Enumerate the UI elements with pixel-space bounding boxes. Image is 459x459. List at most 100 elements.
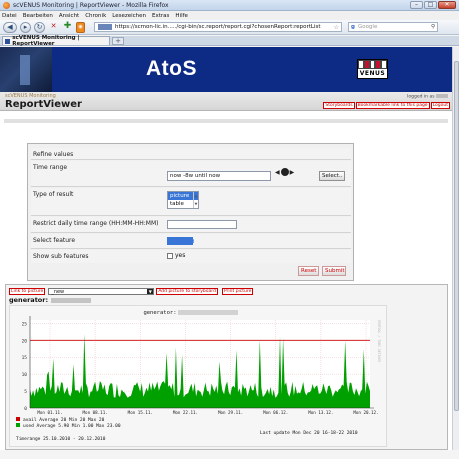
tab-bar: scVENUS Monitoring | ReportViewer + bbox=[0, 35, 459, 47]
generator-name-redacted bbox=[51, 297, 92, 303]
time-nav-control: ◀ ▶ bbox=[275, 168, 294, 176]
y-tick-label: 5 bbox=[24, 389, 27, 395]
legend-swatch bbox=[16, 417, 20, 421]
menu-hilfe[interactable]: Hilfe bbox=[175, 13, 188, 19]
daily-range-row: Restrict daily time range (HH:MM-HH:MM) bbox=[31, 217, 351, 233]
sub-features-row: Show sub features yes bbox=[31, 250, 351, 263]
logout-link[interactable]: Logout bbox=[430, 102, 450, 109]
x-tick-label: Mon 01.11. bbox=[37, 410, 62, 415]
chart-title: generator: bbox=[143, 310, 176, 316]
chart-toolbar: Link to picture _new ▼ Add picture to st… bbox=[9, 287, 254, 295]
sub-header: scVENUS Monitoring ReportViewer logged i… bbox=[0, 92, 452, 111]
reload-button[interactable]: ↻ bbox=[34, 21, 45, 33]
legend-entry: used Average 5.90 Min 1.00 Max 23.00 bbox=[23, 423, 121, 429]
refine-panel: Refine values Time range now -8w until n… bbox=[27, 143, 354, 281]
home-icon[interactable]: ✚ bbox=[62, 21, 73, 33]
menu-extras[interactable]: Extras bbox=[152, 13, 169, 19]
sub-features-checkbox[interactable] bbox=[167, 253, 173, 259]
banner-photo bbox=[0, 47, 52, 92]
menu-bar: Datei Bearbeiten Ansicht Chronik Lesezei… bbox=[0, 11, 459, 20]
time-forward-arrow-icon[interactable]: ▶ bbox=[290, 169, 295, 176]
link-to-picture-button[interactable]: Link to picture bbox=[9, 287, 46, 295]
venus-logo: VENUS bbox=[357, 59, 388, 79]
y-tick-label: 20 bbox=[22, 338, 28, 344]
menu-lesezeichen[interactable]: Lesezeichen bbox=[112, 13, 146, 19]
tab-reportviewer[interactable]: scVENUS Monitoring | ReportViewer bbox=[2, 35, 110, 47]
google-icon[interactable]: g bbox=[351, 24, 355, 30]
refine-title: Refine values bbox=[33, 151, 74, 158]
divider bbox=[4, 119, 448, 123]
page-viewport: AtoS VENUS scVENUS Monitoring ReportView… bbox=[0, 47, 452, 450]
submit-button[interactable]: Submit bbox=[322, 266, 346, 276]
menu-ansicht[interactable]: Ansicht bbox=[59, 13, 79, 19]
time-range-input[interactable]: now -8w until now bbox=[167, 171, 271, 181]
menu-chronik[interactable]: Chronik bbox=[85, 13, 106, 19]
y-tick-label: 0 bbox=[24, 406, 27, 412]
rrdtool-credit: RRDTOOL / TOBI OETIKER bbox=[377, 320, 381, 362]
feature-select[interactable]: redacted bbox=[167, 237, 194, 245]
timerange-text: Timerange 25.10.2010 - 20.12.2010 bbox=[16, 436, 106, 442]
back-button[interactable]: ◀ bbox=[3, 21, 17, 33]
stop-icon[interactable]: ✕ bbox=[48, 22, 59, 33]
storyboard-dropdown[interactable]: _new ▼ bbox=[48, 287, 155, 295]
x-tick-label: Mon 08.11. bbox=[83, 410, 108, 415]
bookmark-star-icon[interactable]: ☆ bbox=[334, 24, 341, 31]
sub-features-label: Show sub features bbox=[33, 253, 89, 260]
add-to-storyboard-button[interactable]: Add picture to storyboard bbox=[156, 287, 218, 295]
select-time-button[interactable]: Select.. bbox=[319, 171, 345, 181]
daily-range-label: Restrict daily time range (HH:MM-HH:MM) bbox=[33, 220, 159, 227]
x-tick-label: Mon 29.11. bbox=[218, 410, 243, 415]
header-links: Storyboards Bookmarkable link to this pa… bbox=[323, 102, 450, 109]
reset-button[interactable]: Reset bbox=[298, 266, 319, 276]
navigation-toolbar: ◀ ▸ ↻ ✕ ✚ ◉ https://scmon-lic.in...../cg… bbox=[0, 20, 459, 35]
rrd-chart: 0 5 10 15 20 25 Mon 01.11. Mon 08.11. Mon 15.11.… bbox=[16, 310, 381, 442]
search-placeholder: Google bbox=[357, 24, 378, 30]
x-tick-label: Mon 13.12. bbox=[308, 410, 333, 415]
legend-swatch bbox=[16, 423, 20, 427]
address-bar[interactable]: https://scmon-lic.in...../cgi-bin/sc.rep… bbox=[94, 22, 342, 32]
menu-bearbeiten[interactable]: Bearbeiten bbox=[23, 13, 53, 19]
search-bar[interactable]: g Google ⚲ bbox=[348, 22, 438, 32]
daily-range-input[interactable] bbox=[167, 220, 237, 229]
time-range-label: Time range bbox=[33, 164, 68, 171]
site-identity-icon[interactable] bbox=[98, 24, 112, 30]
minimize-button[interactable]: – bbox=[410, 1, 423, 9]
x-tick-label: Mon 15.11. bbox=[128, 410, 153, 415]
username-redacted bbox=[436, 94, 448, 98]
rss-icon[interactable]: ◉ bbox=[76, 21, 85, 33]
y-tick-label: 10 bbox=[22, 372, 28, 378]
logged-in-text: logged in as bbox=[407, 94, 435, 100]
select-feature-row: Select feature redacted bbox=[31, 234, 351, 249]
new-tab-button[interactable]: + bbox=[112, 37, 124, 45]
y-tick-label: 15 bbox=[22, 355, 28, 361]
time-pan-icon[interactable] bbox=[280, 168, 289, 176]
refine-title-row: Refine values bbox=[31, 148, 351, 160]
y-tick-label: 25 bbox=[22, 321, 28, 327]
forward-button[interactable]: ▸ bbox=[20, 21, 31, 33]
menu-datei[interactable]: Datei bbox=[2, 13, 17, 19]
bookmarkable-link[interactable]: Bookmarkable link to this page bbox=[355, 102, 430, 109]
last-update-text: Last update Mon Dec 20 16-18-22 2010 bbox=[260, 430, 358, 436]
favicon-icon bbox=[5, 38, 11, 44]
x-tick-label: Mon 06.12. bbox=[263, 410, 288, 415]
vertical-scrollbar[interactable] bbox=[452, 47, 459, 450]
storyboard-dropdown-value: _new bbox=[51, 288, 65, 295]
legend-entry: avail Average 20 Min 20 Max 20 bbox=[23, 417, 105, 423]
venus-logo-text: VENUS bbox=[359, 70, 386, 77]
print-picture-button[interactable]: Print picture bbox=[221, 287, 254, 295]
sub-features-yes: yes bbox=[175, 252, 186, 259]
scrollbar-thumb[interactable] bbox=[454, 61, 459, 411]
type-of-result-select[interactable]: picture table ▲ ▼ bbox=[167, 191, 199, 209]
atos-logo: AtoS bbox=[146, 57, 197, 80]
search-icon[interactable]: ⚲ bbox=[431, 24, 437, 30]
window-controls: – □ ✕ bbox=[410, 1, 456, 9]
storyboards-link[interactable]: Storyboards bbox=[323, 102, 355, 109]
address-text: https://scmon-lic.in...../cgi-bin/sc.rep… bbox=[115, 24, 321, 30]
listbox-scroll-icon[interactable]: ▲ ▼ bbox=[193, 192, 198, 208]
close-window-button[interactable]: ✕ bbox=[438, 1, 456, 9]
maximize-button[interactable]: □ bbox=[424, 1, 437, 9]
time-back-arrow-icon[interactable]: ◀ bbox=[275, 169, 280, 176]
page-title: ReportViewer bbox=[5, 99, 82, 110]
type-of-result-label: Type of result bbox=[33, 191, 74, 198]
chevron-down-icon[interactable]: ▼ bbox=[147, 288, 154, 294]
